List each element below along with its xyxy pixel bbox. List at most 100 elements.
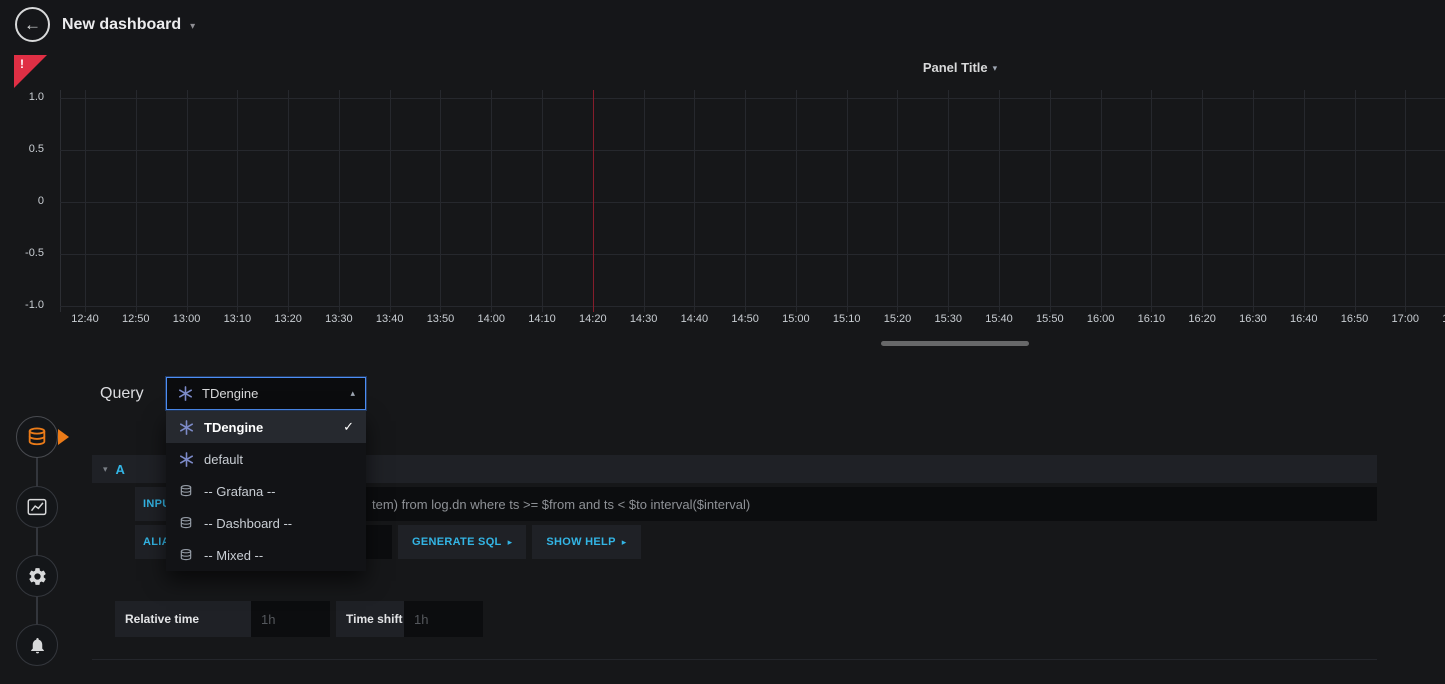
x-tick-label: 16:10	[1129, 313, 1173, 325]
show-help-label: SHOW HELP	[546, 536, 615, 548]
x-tick-label: 13:40	[368, 313, 412, 325]
app-root: ← New dashboard ▾ ! Panel Title ▾ 12:401…	[0, 0, 1445, 684]
dashboard-title[interactable]: New dashboard ▾	[62, 0, 195, 50]
input-sql-field[interactable]: tem) from log.dn where ts >= $from and t…	[213, 487, 1377, 521]
grid-hline	[60, 306, 1445, 307]
grid-vline	[390, 90, 391, 312]
y-tick-label: -0.5	[0, 247, 44, 259]
sidebar-item-alert[interactable]	[16, 624, 58, 666]
sidebar-connector-line	[36, 437, 38, 645]
x-tick-label: 13:20	[266, 313, 310, 325]
datasource-option-dashboard[interactable]: -- Dashboard --	[166, 507, 366, 539]
section-divider	[92, 659, 1377, 660]
generate-sql-label: GENERATE SQL	[412, 536, 502, 548]
grid-hline	[60, 150, 1445, 151]
datasource-picker[interactable]: TDengine ▴	[166, 377, 366, 410]
generate-sql-button[interactable]: GENERATE SQL ▸	[398, 525, 526, 559]
x-tick-label: 15:10	[825, 313, 869, 325]
x-tick-label: 16:40	[1282, 313, 1326, 325]
grid-vline	[897, 90, 898, 312]
datasource-option-label: TDengine	[204, 420, 263, 435]
x-tick-label: 17:10	[1434, 313, 1445, 325]
x-tick-label: 14:10	[520, 313, 564, 325]
top-navbar: ← New dashboard ▾	[0, 0, 1445, 50]
graph-panel: ! Panel Title ▾ 12:4012:5013:0013:1013:2…	[0, 55, 1445, 338]
bell-icon	[28, 636, 47, 655]
x-tick-label: 17:00	[1383, 313, 1427, 325]
grid-vline	[1304, 90, 1305, 312]
x-tick-label: 16:20	[1180, 313, 1224, 325]
datasource-menu: TDengine✓ default -- Grafana -- -- Dashboar…	[166, 411, 366, 571]
grid-vline	[136, 90, 137, 312]
tdengine-icon	[177, 386, 193, 401]
x-tick-label: 14:50	[723, 313, 767, 325]
x-tick-label: 12:40	[63, 313, 107, 325]
input-sql-text: tem) from log.dn where ts >= $from and t…	[372, 497, 750, 512]
x-tick-label: 13:10	[215, 313, 259, 325]
grid-vline	[85, 90, 86, 312]
chart-plot: 12:4012:5013:0013:1013:2013:3013:4013:50…	[0, 55, 1445, 338]
x-tick-label: 13:50	[418, 313, 462, 325]
grid-vline	[288, 90, 289, 312]
sidebar-item-general[interactable]	[16, 555, 58, 597]
x-tick-label: 16:30	[1231, 313, 1275, 325]
x-tick-label: 14:30	[622, 313, 666, 325]
datasource-option-label: -- Dashboard --	[204, 516, 292, 531]
database-icon	[178, 516, 194, 530]
datasource-option-mixed[interactable]: -- Mixed --	[166, 539, 366, 571]
back-arrow-icon: ←	[24, 15, 41, 34]
grid-vline	[542, 90, 543, 312]
grid-vline	[745, 90, 746, 312]
x-tick-label: 16:00	[1079, 313, 1123, 325]
gear-icon	[27, 566, 48, 587]
query-ref-id: A	[116, 462, 125, 477]
x-tick-label: 14:40	[672, 313, 716, 325]
graph-icon	[26, 496, 48, 518]
grid-vline	[847, 90, 848, 312]
caret-right-icon: ▸	[622, 537, 627, 548]
database-icon	[178, 484, 194, 498]
time-annotation-line	[593, 90, 594, 312]
datasource-option-grafana[interactable]: -- Grafana --	[166, 475, 366, 507]
collapse-caret-icon: ▾	[103, 464, 108, 475]
relative-time-label: Relative time	[115, 601, 251, 637]
grid-hline	[60, 254, 1445, 255]
tdengine-icon	[178, 420, 194, 435]
datasource-option-label: default	[204, 452, 243, 467]
datasource-option-tdengine[interactable]: TDengine✓	[166, 411, 366, 443]
tdengine-icon	[178, 452, 194, 467]
grid-vline	[491, 90, 492, 312]
horizontal-scrollbar-thumb[interactable]	[881, 341, 1029, 346]
x-tick-label: 13:00	[165, 313, 209, 325]
datasource-option-default[interactable]: default	[166, 443, 366, 475]
back-button[interactable]: ←	[15, 7, 50, 42]
x-tick-label: 15:30	[926, 313, 970, 325]
datasource-option-label: -- Mixed --	[204, 548, 263, 563]
grid-vline	[644, 90, 645, 312]
datasource-picker-value: TDengine	[202, 386, 341, 401]
query-section-label: Query	[100, 385, 144, 403]
show-help-button[interactable]: SHOW HELP ▸	[532, 525, 640, 559]
grid-vline	[1405, 90, 1406, 312]
grid-vline	[1253, 90, 1254, 312]
x-tick-label: 14:20	[571, 313, 615, 325]
grid-vline	[1101, 90, 1102, 312]
sidebar-item-queries[interactable]	[16, 416, 58, 458]
time-shift-label: Time shift	[336, 601, 404, 637]
x-tick-label: 15:00	[774, 313, 818, 325]
time-shift-input[interactable]	[404, 601, 483, 637]
caret-right-icon: ▸	[508, 537, 513, 548]
y-tick-label: -1.0	[0, 299, 44, 311]
grid-vline	[1050, 90, 1051, 312]
y-tick-label: 0.5	[0, 143, 44, 155]
x-tick-label: 14:00	[469, 313, 513, 325]
chevron-down-icon: ▾	[190, 21, 195, 32]
x-tick-label: 13:30	[317, 313, 361, 325]
grid-vline	[694, 90, 695, 312]
relative-time-input[interactable]	[251, 601, 330, 637]
grid-vline	[796, 90, 797, 312]
active-item-arrow-icon	[58, 429, 69, 445]
sidebar-item-visualization[interactable]	[16, 486, 58, 528]
database-icon	[26, 426, 48, 448]
grid-vline	[948, 90, 949, 312]
